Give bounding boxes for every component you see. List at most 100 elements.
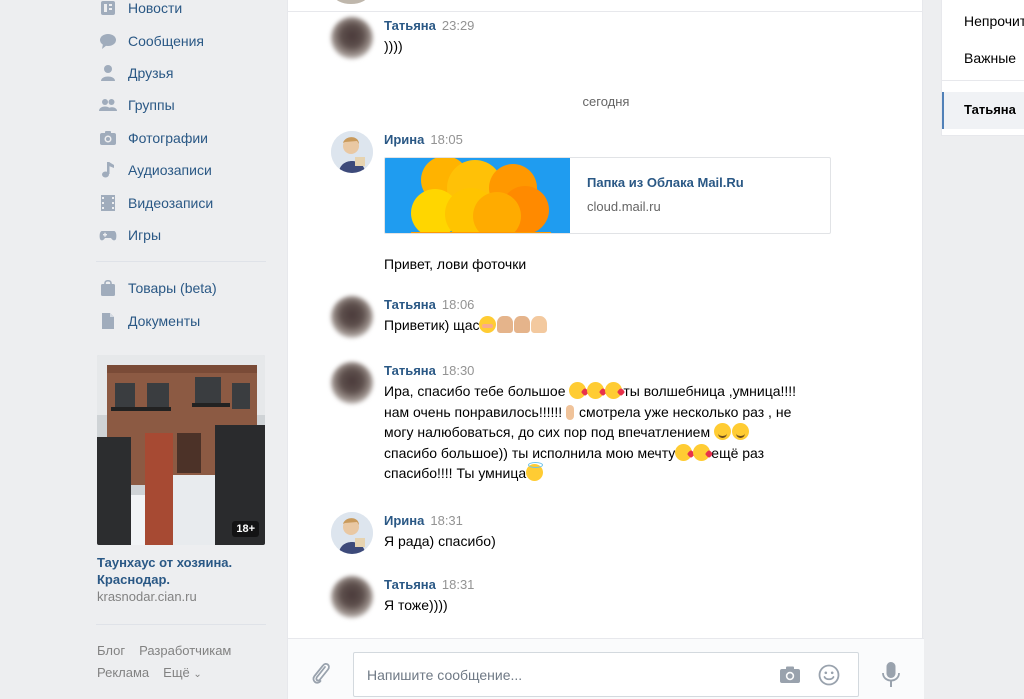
message-text-part: нам очень понравилось!!!!!! (384, 403, 567, 420)
secondary-menu: Товары (beta) Документы (92, 272, 272, 337)
avatar[interactable] (331, 362, 373, 404)
footer-link-blog[interactable]: Блог (97, 640, 125, 662)
nav-item-groups[interactable]: Группы (92, 89, 272, 121)
filter-unread[interactable]: Непрочитанные (964, 13, 1024, 29)
message-time[interactable]: 18:06 (442, 297, 475, 312)
avatar[interactable] (331, 512, 373, 554)
link-attachment-card[interactable]: Папка из Облака Mail.Ru cloud.mail.ru (384, 157, 831, 234)
date-separator: сегодня (582, 94, 630, 109)
message-composer (288, 638, 924, 699)
nav-item-audio[interactable]: Аудиозаписи (92, 154, 272, 186)
message-time[interactable]: 18:31 (430, 513, 463, 528)
nav-item-video[interactable]: Видеозаписи (92, 186, 272, 218)
messages-icon (96, 31, 120, 51)
nav-label: Новости (128, 0, 183, 17)
avatar (334, 0, 368, 4)
message-author: Татьяна 18:31 (384, 576, 884, 593)
ad-domain[interactable]: krasnodar.cian.ru (97, 588, 265, 605)
news-icon (96, 0, 120, 18)
author-name[interactable]: Татьяна (384, 18, 436, 33)
gamepad-icon (96, 225, 120, 245)
nav-label: Аудиозаписи (128, 162, 212, 179)
kiss-emoji-icon (693, 443, 711, 461)
folded-hands-emoji-icon (497, 316, 514, 333)
author-name[interactable]: Татьяна (384, 363, 436, 378)
message-author: Татьяна 18:30 (384, 362, 884, 379)
author-name[interactable]: Ирина (384, 132, 424, 147)
footer-links: Блог Разработчикам Реклама Ещё ⌄ (97, 640, 267, 686)
footer-link-developers[interactable]: Разработчикам (139, 640, 231, 662)
camera-icon (96, 128, 120, 148)
message-text: Ира, спасибо тебе большое ты волшебница … (384, 381, 884, 484)
groups-icon (96, 95, 120, 115)
avatar[interactable] (331, 131, 373, 173)
message-text-part: Ира, спасибо тебе большое (384, 383, 570, 399)
shopping-bag-icon (96, 278, 120, 298)
message-text-part: ещё раз (711, 444, 765, 461)
message-text-part: спасибо!!!! Ты умница (384, 465, 527, 481)
message-line: Ира, спасибо тебе большое ты волшебница … (384, 381, 884, 402)
message-text: Я тоже)))) (384, 597, 448, 613)
avatar[interactable] (331, 576, 373, 618)
age-rating-badge: 18+ (232, 521, 259, 537)
document-icon (96, 311, 120, 331)
link-title[interactable]: Папка из Облака Mail.Ru (587, 175, 744, 190)
halo-emoji-icon (526, 462, 544, 481)
conversations-filter-panel: Непрочитанные Важные Татьяна (941, 0, 1024, 136)
message-text: Привет, лови фоточки (384, 256, 527, 272)
message-text-part: могу налюбоваться, до сих пор под впечат… (384, 424, 714, 440)
author-name[interactable]: Татьяна (384, 577, 436, 592)
message-text-part: ты волшебница ,умница!!!! (623, 383, 797, 399)
message-author: Ирина 18:31 (384, 512, 884, 529)
nav-item-messages[interactable]: Сообщения (92, 24, 272, 56)
avatar[interactable] (331, 296, 373, 338)
cloud-mail-logo-image (385, 158, 570, 233)
nav-item-friends[interactable]: Друзья (92, 57, 272, 89)
author-name[interactable]: Татьяна (384, 297, 436, 312)
footer-link-ads[interactable]: Реклама (97, 662, 149, 686)
nav-label: Игры (128, 226, 162, 243)
active-conversation-item[interactable]: Татьяна (942, 92, 1024, 129)
ad-block[interactable]: 18+ Таунхаус от хозяина. Краснодар. kras… (97, 355, 265, 605)
message-time[interactable]: 18:31 (442, 577, 475, 592)
nav-label: Фотографии (128, 129, 209, 146)
panel-divider (942, 80, 1024, 81)
paperclip-icon[interactable] (310, 661, 332, 687)
filter-important[interactable]: Важные (964, 50, 1016, 66)
message-time[interactable]: 18:05 (430, 132, 463, 147)
nav-item-games[interactable]: Игры (92, 219, 272, 251)
nav-label: Сообщения (128, 32, 204, 49)
footer-more-label: Ещё (163, 665, 190, 680)
nav-label: Товары (beta) (128, 280, 217, 297)
message-text-part: спасибо большое)) ты исполнила мою мечту (384, 444, 676, 461)
ad-image[interactable]: 18+ (97, 355, 265, 545)
message-text: Приветик) щас (384, 315, 884, 336)
message-time[interactable]: 18:30 (442, 363, 475, 378)
author-name[interactable]: Ирина (384, 513, 424, 528)
avatar[interactable] (331, 17, 373, 59)
nav-divider (96, 624, 266, 625)
nav-item-documents[interactable]: Документы (92, 304, 272, 336)
film-icon (96, 193, 120, 213)
pointing-up-emoji-icon (566, 404, 575, 420)
nav-item-goods[interactable]: Товары (beta) (92, 272, 272, 304)
footer-link-more[interactable]: Ещё ⌄ (163, 662, 202, 686)
nav-divider (96, 261, 266, 262)
nav-item-photos[interactable]: Фотографии (92, 122, 272, 154)
friends-icon (96, 63, 120, 83)
smile-emoji-icon (713, 423, 731, 440)
nav-item-news[interactable]: Новости (92, 0, 272, 24)
ad-title[interactable]: Таунхаус от хозяина. Краснодар. (97, 554, 265, 588)
chat-panel: Татьяна 23:29 )))) сегодня Ирина 18:05 П… (287, 0, 924, 699)
music-note-icon (96, 160, 120, 180)
link-domain: cloud.mail.ru (587, 199, 661, 214)
camera-icon[interactable] (778, 663, 802, 687)
message-time[interactable]: 23:29 (442, 18, 475, 33)
chat-header-divider (288, 11, 922, 12)
main-menu: Новости Сообщения Друзья Группы Фотограф… (92, 0, 272, 251)
kiss-emoji-icon (675, 443, 693, 461)
microphone-icon[interactable] (880, 661, 902, 689)
message-text: Я рада) спасибо) (384, 533, 496, 549)
smiley-icon[interactable] (817, 663, 841, 687)
message-author: Татьяна 18:06 (384, 296, 884, 313)
